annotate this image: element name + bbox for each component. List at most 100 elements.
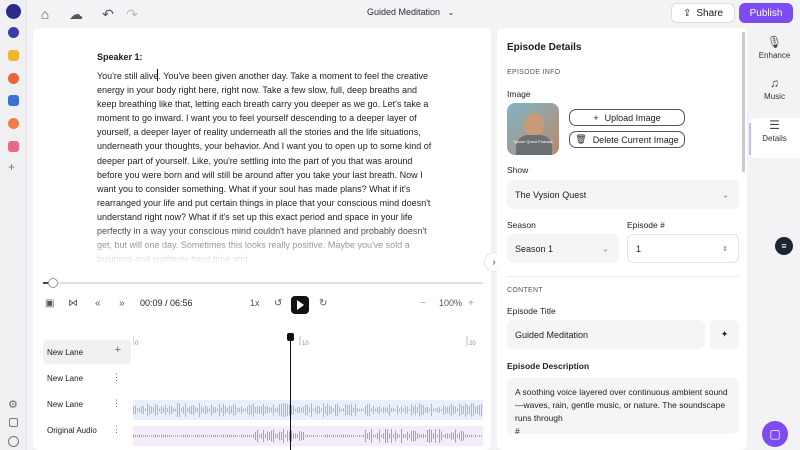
ai-generate-button[interactable]: ✦ [710, 320, 739, 349]
time-display: 00:09 / 06:56 [140, 298, 193, 308]
scrubber-handle[interactable] [47, 278, 58, 288]
waveform-bar [145, 435, 146, 437]
waveform-bar [419, 403, 420, 417]
cloud-icon[interactable]: ☁ [68, 6, 84, 22]
rewind-10-icon[interactable]: ↺ [274, 298, 282, 309]
waveform-bar [465, 403, 466, 417]
waveform-bar [367, 433, 368, 439]
waveform-bar [361, 435, 362, 437]
playhead[interactable] [290, 333, 291, 450]
waveform-bar [147, 435, 148, 437]
waveform-bar [297, 434, 298, 438]
music-tool[interactable]: ♫ Music [749, 76, 800, 116]
app-logo[interactable] [6, 4, 21, 19]
lane-row[interactable]: New Lane ⋮ [43, 392, 131, 416]
waveform-bar [301, 407, 302, 413]
waveform-bar [425, 434, 426, 438]
share-button[interactable]: ⇪ Share [671, 3, 735, 23]
season-select[interactable]: Season 1 ⌄ [507, 234, 619, 263]
home-icon[interactable]: ⌂ [37, 6, 53, 22]
forward-10-icon[interactable]: ↻ [319, 298, 327, 309]
waveform-bar [431, 429, 432, 443]
microphone-icon: 🎙 [766, 35, 783, 49]
redo-icon[interactable]: ↷ [124, 6, 140, 22]
waveform-bar [329, 405, 330, 415]
lane-row[interactable]: New Lane + [43, 340, 131, 364]
zoom-out-icon[interactable]: − [420, 298, 426, 309]
chat-support-button[interactable]: ▢ [762, 421, 788, 447]
waveform-bar [363, 434, 364, 438]
waveform-bar [403, 408, 404, 412]
waveform-bar [207, 407, 208, 413]
stepper-icon[interactable]: ⇕ [722, 245, 728, 253]
folder-icon[interactable] [8, 50, 19, 61]
episode-description-label: Episode Description [507, 361, 590, 371]
details-tool[interactable]: ☰ Details [749, 118, 800, 158]
waveform-bar [333, 434, 334, 438]
enhance-tool[interactable]: 🎙 Enhance [749, 35, 800, 75]
sparkle-icon[interactable] [8, 118, 19, 129]
more-options-icon[interactable]: ⋮ [112, 372, 121, 383]
waveform-bar [455, 406, 456, 414]
skip-back-icon[interactable]: « [95, 298, 101, 309]
speed-button[interactable]: 1x [250, 298, 260, 308]
undo-icon[interactable]: ↶ [100, 6, 116, 22]
waveform-bar [259, 434, 260, 438]
panel-scrollbar[interactable] [742, 32, 745, 172]
more-options-icon[interactable]: ⋮ [112, 424, 121, 435]
help-icon[interactable] [8, 436, 19, 447]
waveform-bar [169, 434, 170, 438]
waveform-bar [185, 403, 186, 417]
waveform-bar [453, 432, 454, 440]
waveform-bar [407, 406, 408, 414]
waveform-bar [357, 435, 358, 437]
split-icon[interactable]: ⋈ [68, 298, 78, 309]
lane-row[interactable]: New Lane ⋮ [43, 366, 131, 390]
waveform-bar [345, 434, 346, 438]
podcast-icon[interactable] [8, 73, 19, 84]
waveform-bar [245, 435, 246, 437]
ambient-waveform[interactable] [133, 400, 483, 420]
waveform-bar [469, 435, 470, 437]
add-icon[interactable]: + [8, 160, 15, 174]
waveform-bar [355, 435, 356, 437]
waveform-bar [369, 403, 370, 417]
delete-image-button[interactable]: 🗑 Delete Current Image [569, 131, 685, 148]
waveform-bar [143, 435, 144, 437]
waveform-bar [239, 407, 240, 413]
speaker-label[interactable]: Speaker 1: [97, 52, 143, 62]
chat-icon[interactable] [8, 27, 19, 38]
waveform-bar [207, 435, 208, 437]
more-options-icon[interactable]: ⋮ [112, 398, 121, 409]
share-icon[interactable] [9, 418, 18, 427]
skip-forward-icon[interactable]: » [119, 298, 125, 309]
trash-icon: 🗑 [575, 134, 587, 144]
waveform-bar [381, 434, 382, 438]
settings-icon[interactable]: ⚙ [8, 398, 18, 411]
show-select[interactable]: The Vysion Quest ⌄ [507, 180, 739, 209]
episode-title-input[interactable]: Guided Meditation [507, 320, 705, 349]
lock-icon[interactable]: ▣ [45, 298, 54, 309]
document-icon[interactable] [8, 95, 19, 106]
top-bar: ⌂ ☁ ↶ ↷ Guided Meditation ⌄ ⇪ Share Publ… [27, 0, 800, 28]
episode-title-dropdown[interactable]: Guided Meditation ⌄ [367, 7, 454, 17]
zoom-in-icon[interactable]: + [468, 298, 474, 309]
waveform-bar [299, 406, 300, 414]
waveform-bar [355, 404, 356, 416]
add-lane-icon[interactable]: + [115, 344, 121, 356]
waveform-bar [467, 404, 468, 416]
publish-button[interactable]: Publish [739, 3, 793, 23]
media-icon[interactable] [8, 141, 19, 152]
waveform-bar [447, 406, 448, 414]
waveform-bar [279, 404, 280, 416]
playback-scrubber[interactable] [43, 278, 483, 288]
transcript-menu-button[interactable]: ≡ [775, 237, 793, 255]
play-button[interactable] [291, 296, 309, 314]
upload-image-button[interactable]: + Upload Image [569, 109, 685, 126]
episode-description-input[interactable]: A soothing voice layered over continuous… [507, 378, 739, 436]
episode-number-input[interactable]: 1 ⇕ [627, 234, 739, 263]
waveform-bar [411, 430, 412, 442]
voice-waveform[interactable] [133, 426, 483, 446]
waveform-bar [155, 404, 156, 416]
lane-row[interactable]: Original Audio ⋮ [43, 418, 131, 442]
